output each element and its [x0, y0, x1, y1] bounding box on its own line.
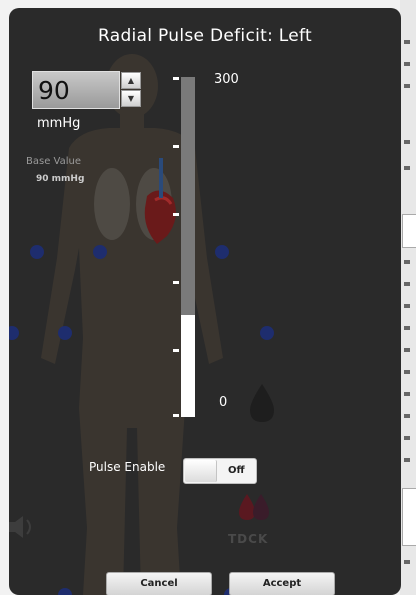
- background-tick: [404, 166, 410, 170]
- background-tick: [404, 84, 410, 88]
- pulse-value-text: 90: [38, 76, 70, 105]
- background-app-panel: [400, 0, 416, 595]
- background-tick: [404, 414, 410, 418]
- tdck-logo: TDCK: [228, 532, 269, 546]
- decrement-button[interactable]: ▼: [121, 90, 141, 107]
- value-spinner[interactable]: ▲ ▼: [121, 72, 141, 108]
- slider-tick: [173, 77, 179, 80]
- background-tick: [404, 62, 410, 66]
- slider-tick: [173, 281, 179, 284]
- base-value-text: 90 mmHg: [36, 174, 85, 184]
- slider-track-fill: [181, 315, 195, 417]
- background-tick: [404, 560, 410, 564]
- base-value-label: Base Value: [26, 156, 81, 167]
- background-tick: [404, 348, 410, 352]
- pulse-enable-toggle[interactable]: Off: [183, 458, 257, 484]
- background-tick: [404, 260, 410, 264]
- background-tick: [404, 458, 410, 462]
- chevron-up-icon: ▲: [127, 76, 135, 85]
- slider-max-label: 300: [214, 72, 239, 87]
- accept-button[interactable]: Accept: [229, 572, 335, 595]
- background-tick: [404, 436, 410, 440]
- chevron-down-icon: ▼: [127, 94, 135, 103]
- screen: Radial Pulse Deficit: Left 90 ▲ ▼ mmHg B…: [0, 0, 416, 595]
- toggle-state-text: Off: [228, 465, 245, 476]
- pulse-value-input[interactable]: 90: [32, 71, 120, 109]
- background-tick: [404, 304, 410, 308]
- background-tick: [404, 392, 410, 396]
- slider-tick: [173, 145, 179, 148]
- background-tick: [404, 282, 410, 286]
- background-tick: [404, 370, 410, 374]
- toggle-knob: [185, 460, 217, 482]
- background-panel-box: [402, 214, 416, 248]
- background-panel-box: [402, 488, 416, 546]
- pulse-value-slider[interactable]: [173, 77, 211, 417]
- pulse-enable-label: Pulse Enable: [89, 460, 166, 474]
- slider-tick: [173, 414, 179, 417]
- pulse-deficit-dialog: Radial Pulse Deficit: Left 90 ▲ ▼ mmHg B…: [9, 8, 401, 595]
- slider-tick: [173, 213, 179, 216]
- slider-tick: [173, 349, 179, 352]
- slider-track-remaining: [181, 77, 195, 315]
- background-tick: [404, 140, 410, 144]
- dialog-title: Radial Pulse Deficit: Left: [98, 26, 312, 46]
- background-tick: [404, 326, 410, 330]
- value-unit-label: mmHg: [37, 116, 81, 131]
- cancel-button[interactable]: Cancel: [106, 572, 212, 595]
- background-tick: [404, 40, 410, 44]
- increment-button[interactable]: ▲: [121, 72, 141, 89]
- slider-min-label: 0: [219, 395, 228, 410]
